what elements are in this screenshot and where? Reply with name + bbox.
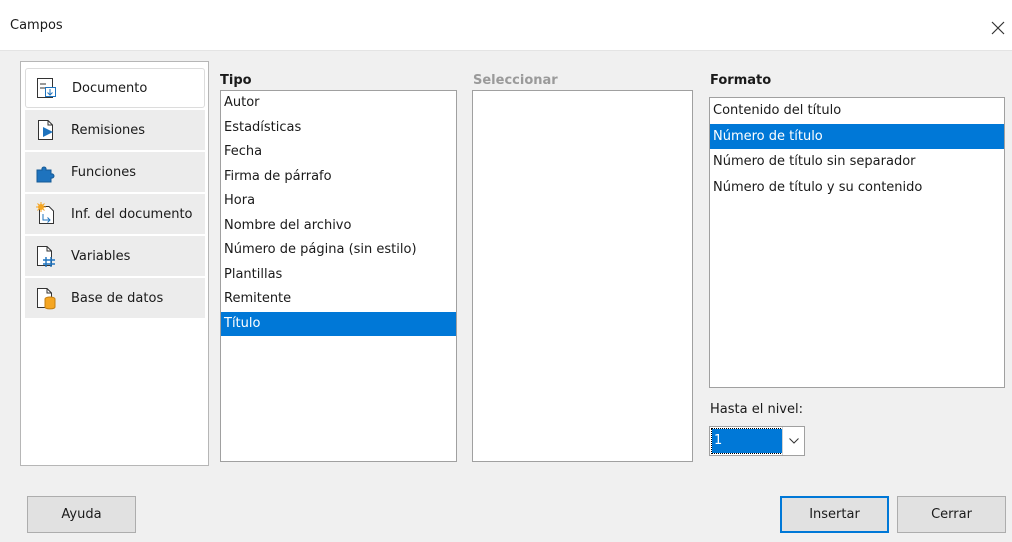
sidebar-item-label: Variables — [71, 248, 131, 264]
list-item[interactable]: Plantillas — [221, 263, 456, 288]
title-bar: Campos — [0, 0, 1012, 51]
sidebar-item-label: Inf. del documento — [71, 206, 193, 222]
cross-references-icon — [38, 120, 53, 140]
list-item[interactable]: Fecha — [221, 140, 456, 165]
sidebar-item-documento[interactable]: Documento — [25, 68, 205, 108]
sidebar-item-variables[interactable]: Variables — [25, 236, 205, 276]
level-value: 1 — [711, 428, 783, 454]
list-item[interactable]: Hora — [221, 189, 456, 214]
tipo-list[interactable]: Autor Estadísticas Fecha Firma de párraf… — [220, 90, 457, 462]
list-item[interactable]: Número de título y su contenido — [710, 175, 1004, 201]
sidebar-item-label: Funciones — [71, 164, 136, 180]
list-item[interactable]: Autor — [221, 91, 456, 116]
list-item[interactable]: Nombre del archivo — [221, 214, 456, 239]
tipo-header: Tipo — [220, 73, 252, 88]
chevron-down-icon[interactable] — [782, 427, 804, 455]
help-button[interactable]: Ayuda — [27, 496, 136, 533]
puzzle-icon — [36, 166, 55, 183]
list-item[interactable]: Estadísticas — [221, 116, 456, 141]
list-item[interactable]: Número de página (sin estilo) — [221, 238, 456, 263]
list-item-selected[interactable]: Título — [221, 311, 456, 336]
sidebar-item-label: Documento — [72, 80, 148, 96]
database-icon — [37, 288, 56, 310]
list-item[interactable]: Firma de párrafo — [221, 165, 456, 190]
close-icon[interactable] — [984, 8, 1012, 48]
list-item[interactable]: Número de título sin separador — [710, 149, 1004, 175]
sidebar-item-inf-documento[interactable]: Inf. del documento — [25, 194, 205, 234]
level-select[interactable]: 1 — [709, 426, 805, 456]
list-item[interactable]: Remitente — [221, 287, 456, 312]
close-button[interactable]: Cerrar — [897, 496, 1006, 533]
document-info-icon — [36, 202, 54, 224]
formato-header: Formato — [710, 73, 772, 88]
seleccionar-list[interactable] — [472, 90, 693, 462]
sidebar-item-remisiones[interactable]: Remisiones — [25, 110, 205, 150]
sidebar-item-label: Remisiones — [71, 122, 146, 138]
seleccionar-header: Seleccionar — [473, 73, 558, 88]
level-label: Hasta el nivel: — [710, 402, 803, 417]
category-sidebar: Documento Remisiones Funciones Inf. del … — [20, 61, 209, 466]
insert-button[interactable]: Insertar — [780, 496, 889, 533]
document-icon — [37, 78, 56, 98]
dialog-title: Campos — [10, 18, 63, 33]
sidebar-item-funciones[interactable]: Funciones — [25, 152, 205, 192]
sidebar-item-label: Base de datos — [71, 290, 164, 306]
list-item[interactable]: Contenido del título — [710, 98, 1004, 124]
list-item-selected[interactable]: Número de título — [710, 123, 1004, 149]
variables-icon — [37, 246, 55, 267]
sidebar-item-base-datos[interactable]: Base de datos — [25, 278, 205, 318]
formato-list[interactable]: Contenido del título Número de título Nú… — [709, 97, 1005, 388]
